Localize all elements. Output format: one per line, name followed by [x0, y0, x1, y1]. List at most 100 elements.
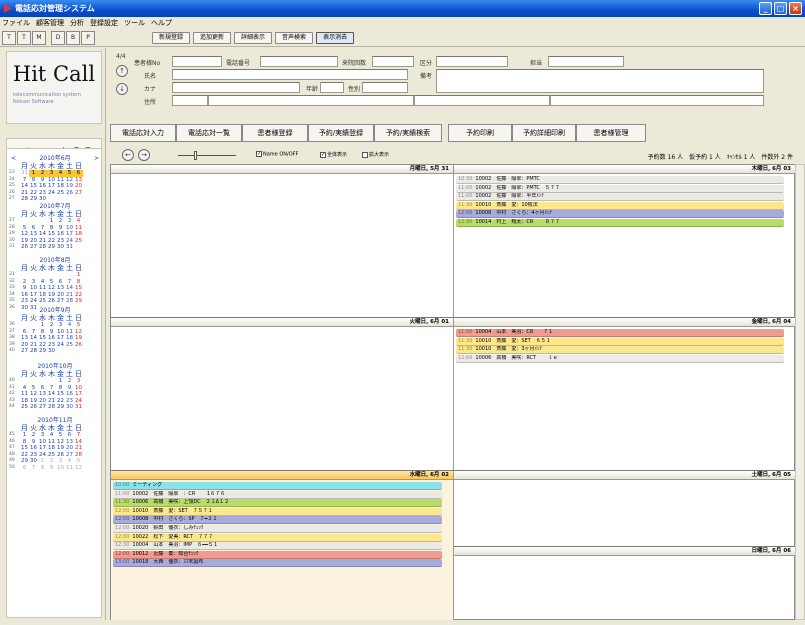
appointment[interactable]: 11:00 10004 山本 美羽：CR ７１: [456, 329, 784, 337]
appointment[interactable]: 12:00 10012 近藤 奏：知合ﾁｪｯｸ: [113, 550, 442, 559]
zip-field[interactable]: [172, 95, 208, 106]
day-fri[interactable]: 金曜日, 6月 04 11:00 10004 山本 美羽：CR ７１ 11:30 100…: [454, 318, 796, 471]
calendar-day[interactable]: 9: [47, 465, 56, 472]
category-field[interactable]: [436, 56, 508, 67]
appointment[interactable]: 12:00 10020 鈴田 優衣：しみﾁｪｯｸ: [113, 525, 442, 533]
calendar-day[interactable]: 11: [65, 465, 74, 472]
staff-field[interactable]: [548, 56, 624, 67]
appointment[interactable]: 12:00 10022 松下 愛美：RCT ７７７: [113, 533, 442, 542]
checkbox-box[interactable]: ✓: [256, 151, 262, 157]
calendar-day[interactable]: 26: [20, 244, 29, 251]
calendar-day[interactable]: [56, 348, 65, 355]
calendar-day[interactable]: [74, 348, 83, 355]
appointment[interactable]: 11:30 10006 高橋 美咲：上顎DC ２１Δ１２: [113, 499, 442, 508]
vertical-scrollbar[interactable]: [795, 164, 805, 620]
tab-2[interactable]: 患者様登録: [242, 124, 308, 142]
toolbar-icon-1[interactable]: T: [17, 30, 31, 45]
zoom-view-checkbox[interactable]: 拡大表示: [362, 151, 389, 158]
menu-item-3[interactable]: 登録設定: [90, 18, 118, 28]
tab-4[interactable]: 予約/実績検索: [374, 124, 442, 142]
tab-5[interactable]: 予約印刷: [448, 124, 512, 142]
toolbar-icon-3[interactable]: D: [51, 30, 65, 45]
calendar-day[interactable]: [47, 196, 56, 203]
calendar-day[interactable]: 31: [65, 244, 74, 251]
calendar-day[interactable]: 30: [65, 404, 74, 411]
day-sat[interactable]: 土曜日, 6月 05: [454, 471, 796, 547]
zoom-slider-thumb[interactable]: [194, 151, 197, 160]
phone-field[interactable]: [260, 56, 338, 67]
calendar-day[interactable]: 7: [29, 465, 38, 472]
calendar-day[interactable]: 12: [74, 465, 83, 472]
calendar-day[interactable]: 28: [38, 244, 47, 251]
menu-item-5[interactable]: ヘルプ: [151, 18, 172, 28]
calendar-day[interactable]: 27: [38, 404, 47, 411]
calendar-day[interactable]: 29: [38, 348, 47, 355]
appointment[interactable]: 10:30 10002 佐藤 陽翠：PMTC: [456, 176, 784, 184]
close-button[interactable]: ×: [789, 2, 802, 15]
toolbar-action-3[interactable]: 音声検索: [275, 31, 314, 44]
calendar-day[interactable]: 29: [47, 244, 56, 251]
name-toggle-checkbox[interactable]: ✓ Name ON/OFF: [256, 151, 298, 158]
next-month-button[interactable]: >: [94, 155, 99, 162]
calendar-day[interactable]: 6: [20, 465, 29, 472]
appointment[interactable]: 11:00 10002 佐藤 陽翠：半年ﾒﾝﾃ: [456, 193, 784, 202]
remarks-field[interactable]: [436, 69, 764, 93]
calendar-day[interactable]: 29: [56, 404, 65, 411]
calendar-day[interactable]: 31: [74, 404, 83, 411]
toolbar-icon-5[interactable]: P: [81, 30, 95, 45]
day-tue[interactable]: 火曜日, 6月 01: [111, 318, 454, 471]
calendar-day[interactable]: [56, 196, 65, 203]
calendar-day[interactable]: [74, 244, 83, 251]
menu-item-4[interactable]: ツール: [124, 18, 145, 28]
address-field-1[interactable]: [208, 95, 414, 106]
menu-item-1[interactable]: 顧客管理: [36, 18, 64, 28]
checkbox-box[interactable]: [362, 151, 368, 158]
tab-1[interactable]: 電話応対一覧: [176, 124, 242, 142]
tab-0[interactable]: 電話応対入力: [110, 124, 176, 142]
appointment[interactable]: 12:30 10004 山本 美羽：IMP ６━━５１: [113, 542, 442, 551]
calendar-day[interactable]: 30: [56, 244, 65, 251]
minimize-button[interactable]: _: [759, 2, 772, 15]
zoom-slider[interactable]: [178, 151, 236, 160]
appointment[interactable]: 13:00 10018 大西 優衣：ｽﾏ末誕布: [113, 559, 442, 568]
kana-field[interactable]: [172, 82, 300, 93]
day-mon[interactable]: 月曜日, 5月 31: [111, 165, 454, 318]
appointment[interactable]: 12:00 10008 中村 さくら：4ヶ月ﾒﾝﾃ: [456, 210, 784, 219]
toolbar-action-2[interactable]: 詳細表示: [234, 31, 273, 44]
appointment[interactable]: 11:00 10002 佐藤 陽翠：PMTC ５７７: [456, 184, 784, 193]
calendar-day[interactable]: 8: [38, 465, 47, 472]
checkbox-box[interactable]: ✓: [320, 151, 326, 158]
appointment[interactable]: 12:30 10014 村上 翔太：CR ８７７: [456, 219, 784, 227]
toolbar-icon-4[interactable]: B: [66, 30, 80, 45]
menu-item-0[interactable]: ファイル: [2, 18, 30, 28]
day-wed[interactable]: 水曜日, 6月 02 10:00 ミーティング 11:00 10002 佐藤 陽翠 ：C…: [111, 471, 454, 621]
calendar-day[interactable]: 27: [29, 244, 38, 251]
appointment[interactable]: 11:00 10002 佐藤 陽翠 ：CR 1６７６: [113, 490, 442, 499]
name-field[interactable]: [172, 69, 408, 80]
patient-no-field[interactable]: [172, 56, 222, 67]
visits-field[interactable]: [372, 56, 414, 67]
appointment[interactable]: 12:00 10008 中村 さくら：SP ７━２１: [113, 516, 442, 525]
appointment[interactable]: 11:30 10010 斎藤 愛：SET ６５１: [456, 337, 784, 346]
tab-3[interactable]: 予約/実績登録: [308, 124, 374, 142]
prev-week-button[interactable]: ←: [122, 149, 134, 161]
show-all-checkbox[interactable]: ✓ 全体表示: [320, 151, 347, 158]
calendar-day[interactable]: [65, 348, 74, 355]
calendar-day[interactable]: 26: [29, 404, 38, 411]
next-record-button[interactable]: ↓: [116, 83, 128, 95]
appointment[interactable]: 11:30 10010 斎藤 愛：10枚法: [456, 201, 784, 210]
calendar-day[interactable]: 30: [47, 348, 56, 355]
tab-7[interactable]: 患者様管理: [576, 124, 646, 142]
toolbar-action-4[interactable]: 表示消去: [316, 31, 355, 44]
address-field-3[interactable]: [550, 95, 764, 106]
day-thu[interactable]: 木曜日, 6月 03 10:30 10002 佐藤 陽翠：PMTC 11:00 1000…: [454, 165, 796, 318]
calendar-day[interactable]: [74, 196, 83, 203]
calendar-day[interactable]: 25: [20, 404, 29, 411]
day-sun[interactable]: 日曜日, 6月 06: [454, 547, 796, 621]
calendar-day[interactable]: 28: [47, 404, 56, 411]
calendar-day[interactable]: 10: [56, 465, 65, 472]
calendar-day[interactable]: 30: [38, 196, 47, 203]
prev-record-button[interactable]: ↑: [116, 65, 128, 77]
sex-field[interactable]: [362, 82, 408, 93]
tab-6[interactable]: 予約詳細印刷: [512, 124, 576, 142]
